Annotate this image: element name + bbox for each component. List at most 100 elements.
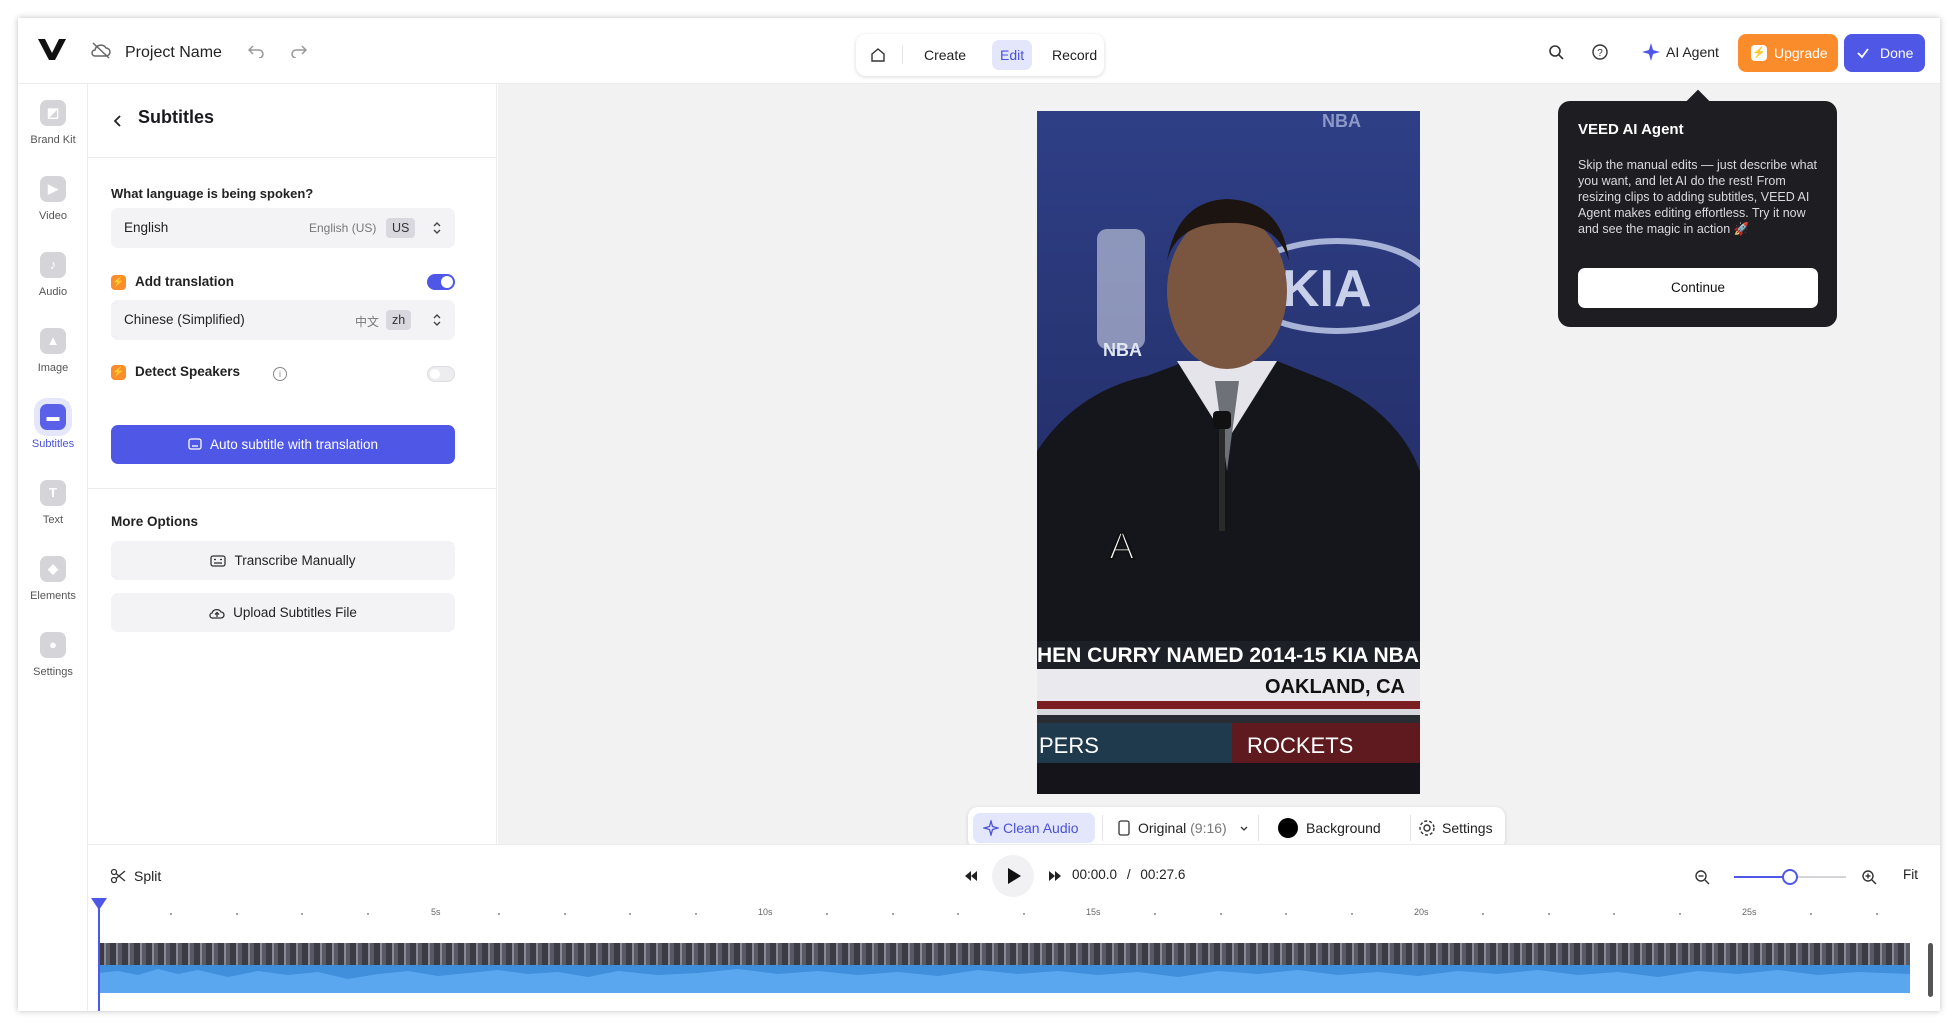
rail-item-subtitles[interactable]: ▬ Subtitles: [18, 404, 88, 460]
play-button[interactable]: [992, 855, 1034, 897]
check-icon: [1857, 48, 1869, 59]
zoom-out-icon[interactable]: [1694, 869, 1710, 885]
ruler-tick: [695, 913, 697, 915]
language-select[interactable]: English English (US) US: [111, 208, 455, 248]
canvas-settings-button[interactable]: Settings: [1416, 813, 1493, 843]
ruler-tick: [1023, 913, 1025, 915]
mode-record[interactable]: Record: [1044, 40, 1105, 70]
upgrade-button[interactable]: ⚡ Upgrade: [1738, 34, 1838, 72]
ruler-tick: [1876, 913, 1878, 915]
scoreboard-right: ROCKETS: [1247, 733, 1353, 758]
ruler-tick: [1285, 913, 1287, 915]
mode-edit[interactable]: Edit: [992, 40, 1033, 70]
sparkle-icon: [1642, 43, 1660, 61]
rail-item-image[interactable]: ▲ Image: [18, 328, 88, 384]
app-window: Project Name Create Edit Record ? AI Age…: [18, 18, 1940, 1011]
top-bar: Project Name Create Edit Record ? AI Age…: [18, 18, 1940, 84]
image-icon: ▲: [40, 328, 66, 354]
rail-item-settings[interactable]: ● Settings: [18, 632, 88, 688]
ruler-label: 20s: [1414, 907, 1429, 917]
video-frame: NBA KIA NBA A HEN CURRY NAMED 2014-15 KI…: [1037, 111, 1420, 794]
brand-kit-icon: ◩: [40, 100, 66, 126]
detect-speakers-toggle[interactable]: [427, 366, 455, 382]
subtitles-panel: Subtitles What language is being spoken?…: [88, 84, 497, 844]
clean-audio-button[interactable]: Clean Audio: [973, 813, 1095, 843]
rewind-icon[interactable]: [964, 870, 978, 882]
auto-subtitle-button[interactable]: Auto subtitle with translation: [111, 425, 455, 464]
rail-item-text[interactable]: T Text: [18, 480, 88, 536]
search-icon[interactable]: [1548, 44, 1564, 60]
undo-icon[interactable]: [248, 44, 264, 58]
chevron-updown-icon: [433, 222, 441, 234]
divider: [1102, 815, 1103, 841]
gear-icon: [1419, 820, 1435, 836]
rail-item-audio[interactable]: ♪ Audio: [18, 252, 88, 308]
clip-thumbnails: [98, 943, 1910, 965]
upload-subtitles-button[interactable]: Upload Subtitles File: [111, 593, 455, 632]
chevron-left-icon[interactable]: [112, 114, 124, 128]
panel-title: Subtitles: [138, 107, 215, 127]
rail-item-video[interactable]: ▶ Video: [18, 176, 88, 232]
bolt-icon: ⚡: [111, 365, 126, 380]
rail-label: Brand Kit: [30, 134, 76, 146]
ruler-label: 10s: [758, 907, 773, 917]
caption-line-1: HEN CURRY NAMED 2014-15 KIA NBA M: [1037, 644, 1420, 667]
done-button[interactable]: Done: [1844, 34, 1925, 72]
detect-speakers-option: ⚡ Detect Speakers: [111, 362, 240, 382]
video-track-clip[interactable]: [98, 943, 1910, 993]
fit-button[interactable]: Fit: [1903, 867, 1918, 882]
project-name[interactable]: Project Name: [125, 44, 222, 62]
ruler-tick: [1154, 913, 1156, 915]
add-translation-toggle[interactable]: [427, 274, 455, 290]
timeline-ruler[interactable]: 5s 10s 15s 20s 25s: [98, 907, 1908, 927]
zoom-in-icon[interactable]: [1861, 869, 1877, 885]
help-icon[interactable]: ?: [1592, 44, 1608, 60]
tooltip-body: Skip the manual edits — just describe wh…: [1578, 158, 1818, 236]
translation-code: zh: [386, 310, 412, 330]
rail-label: Video: [39, 210, 67, 222]
mode-create[interactable]: Create: [916, 40, 974, 70]
split-button[interactable]: Split: [110, 866, 161, 886]
ruler-tick: [1810, 913, 1812, 915]
timeline-scrollbar[interactable]: [1928, 943, 1933, 997]
background-button[interactable]: Background: [1276, 813, 1381, 843]
done-label: Done: [1880, 45, 1914, 61]
translation-sub: 中文: [355, 315, 380, 329]
chevron-down-icon: [1240, 826, 1248, 831]
redo-icon[interactable]: [291, 44, 307, 58]
fast-forward-icon[interactable]: [1048, 870, 1062, 882]
divider: [88, 488, 496, 489]
veed-logo[interactable]: [37, 36, 67, 62]
video-preview[interactable]: NBA KIA NBA A HEN CURRY NAMED 2014-15 KI…: [1037, 111, 1420, 794]
ai-agent-tooltip: VEED AI Agent Skip the manual edits — ju…: [1558, 101, 1837, 327]
scissors-icon: [110, 868, 126, 884]
zoom-slider-fill: [1734, 876, 1789, 878]
rail-item-brand-kit[interactable]: ◩ Brand Kit: [18, 100, 88, 156]
transcribe-manually-button[interactable]: Transcribe Manually: [111, 541, 455, 580]
canvas-toolbar: Clean Audio Original (9:16) Background S…: [968, 807, 1505, 849]
zoom-slider-handle[interactable]: [1782, 869, 1798, 885]
ruler-label: 25s: [1742, 907, 1757, 917]
info-icon[interactable]: i: [273, 367, 287, 381]
ruler-tick: [1679, 913, 1681, 915]
scoreboard-left: PERS: [1039, 733, 1099, 758]
home-icon[interactable]: [870, 47, 886, 63]
clean-audio-label: Clean Audio: [1003, 820, 1079, 836]
ruler-tick: [1220, 913, 1222, 915]
playhead[interactable]: [91, 898, 107, 1011]
aspect-ratio-dropdown[interactable]: Original (9:16): [1116, 813, 1249, 843]
rail-label: Settings: [33, 666, 73, 678]
panel-header: Subtitles: [88, 84, 496, 158]
rail-label: Image: [37, 362, 69, 374]
continue-button[interactable]: Continue: [1578, 268, 1818, 308]
more-options-heading: More Options: [111, 514, 198, 529]
ruler-tick: [826, 913, 828, 915]
translation-select[interactable]: Chinese (Simplified) 中文 zh: [111, 300, 455, 340]
ai-agent-label: AI Agent: [1666, 44, 1719, 60]
language-sub: English (US): [309, 221, 377, 235]
rail-item-elements[interactable]: ◆ Elements: [18, 556, 88, 612]
ai-agent-button[interactable]: AI Agent: [1640, 38, 1719, 66]
rail-label: Text: [42, 514, 64, 526]
current-time: 00:00.0: [1072, 867, 1118, 882]
cloud-off-icon[interactable]: [90, 41, 112, 59]
